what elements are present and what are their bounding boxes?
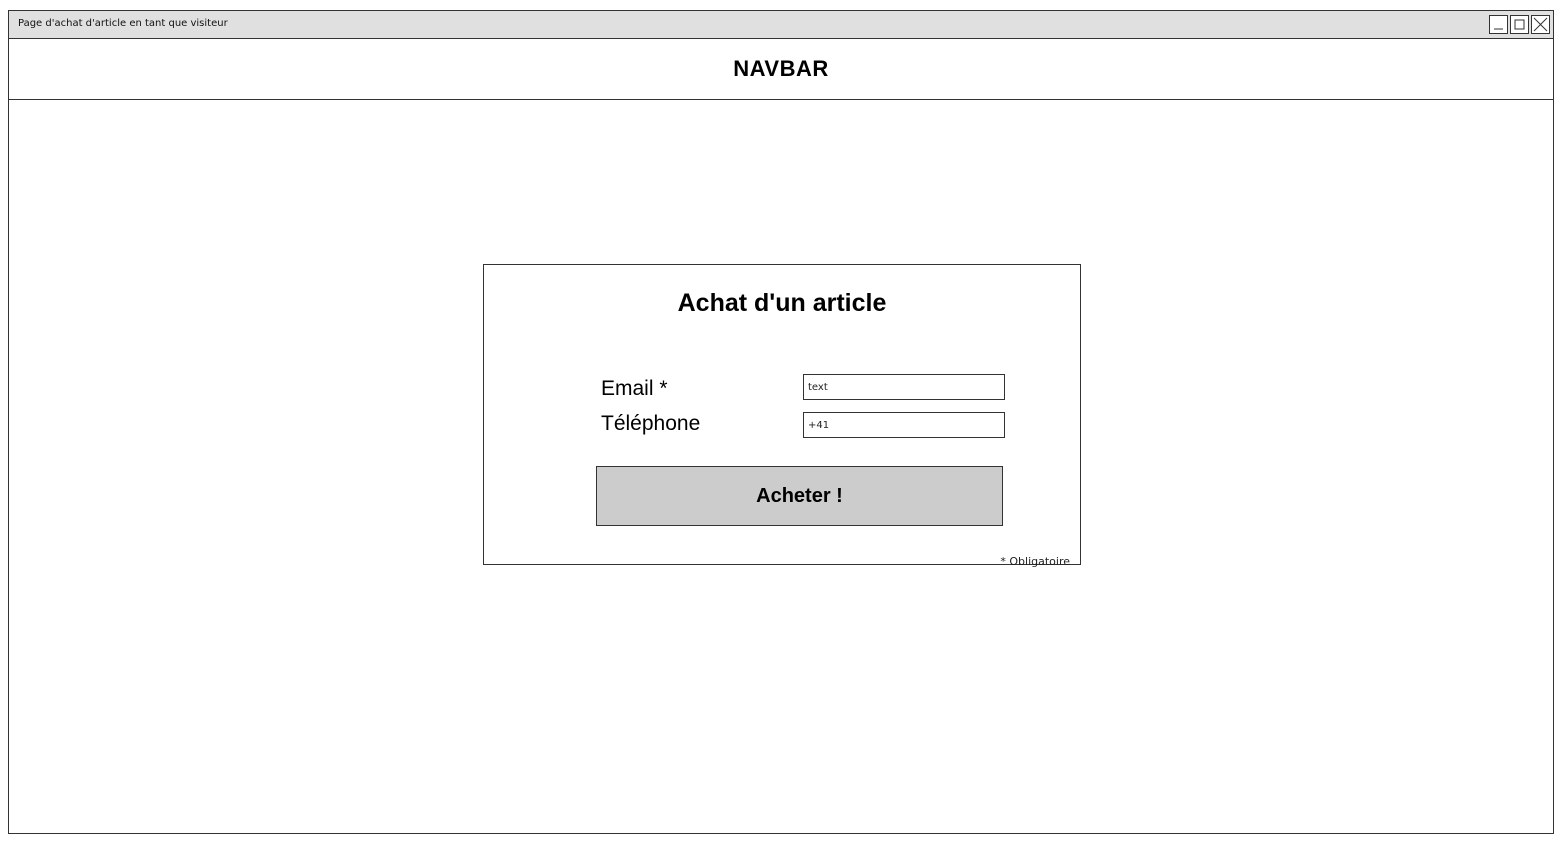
form-title: Achat d'un article bbox=[677, 289, 887, 317]
navbar: NAVBAR bbox=[9, 39, 1553, 100]
close-icon[interactable] bbox=[1531, 15, 1550, 34]
email-label: Email * bbox=[601, 377, 668, 400]
purchase-form-card: Achat d'un article Email * Téléphone Ach… bbox=[483, 264, 1081, 568]
window-controls bbox=[1489, 15, 1550, 34]
app-window: Page d'achat d'article en tant que visit… bbox=[8, 10, 1554, 834]
title-bar: Page d'achat d'article en tant que visit… bbox=[9, 11, 1553, 39]
phone-label: Téléphone bbox=[601, 412, 701, 435]
email-field[interactable] bbox=[803, 374, 1005, 400]
maximize-icon[interactable] bbox=[1510, 15, 1529, 34]
window-title: Page d'achat d'article en tant que visit… bbox=[18, 18, 228, 29]
buy-button[interactable]: Acheter ! bbox=[596, 466, 1003, 526]
navbar-title: NAVBAR bbox=[733, 56, 829, 81]
required-footnote: * Obligatoire bbox=[1000, 555, 1070, 568]
phone-field[interactable] bbox=[803, 412, 1005, 438]
minimize-icon[interactable] bbox=[1489, 15, 1508, 34]
